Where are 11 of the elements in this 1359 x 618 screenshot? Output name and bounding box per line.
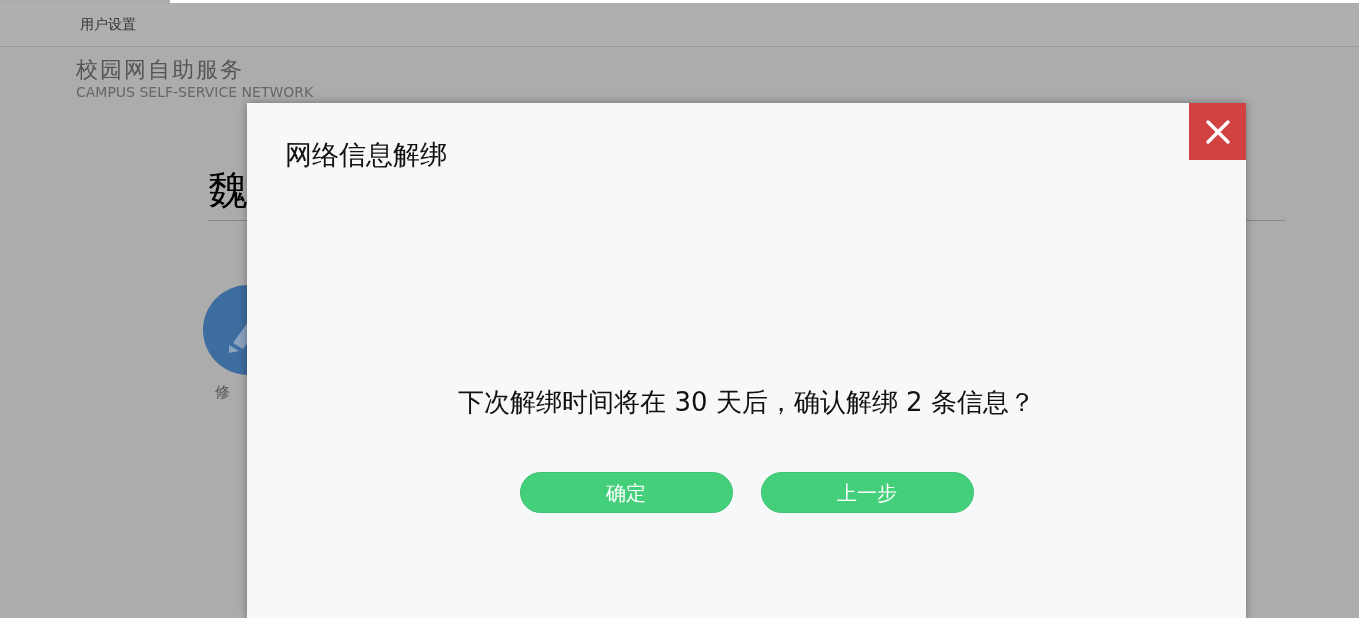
site-subtitle: CAMPUS SELF-SERVICE NETWORK	[76, 83, 315, 103]
site-title: 校园网自助服务	[76, 57, 245, 84]
close-button[interactable]	[1189, 103, 1246, 160]
action-label: 修	[215, 382, 230, 403]
close-icon	[1204, 118, 1231, 145]
dialog-message: 下次解绑时间将在 30 天后，确认解绑 2 条信息？	[458, 386, 1035, 419]
dialog-title: 网络信息解绑	[285, 138, 447, 172]
back-button[interactable]: 上一步	[760, 472, 974, 513]
page-heading: 魏	[208, 167, 248, 213]
confirm-button[interactable]: 确定	[519, 472, 733, 513]
menu-item[interactable]: 用户设置	[80, 14, 136, 35]
